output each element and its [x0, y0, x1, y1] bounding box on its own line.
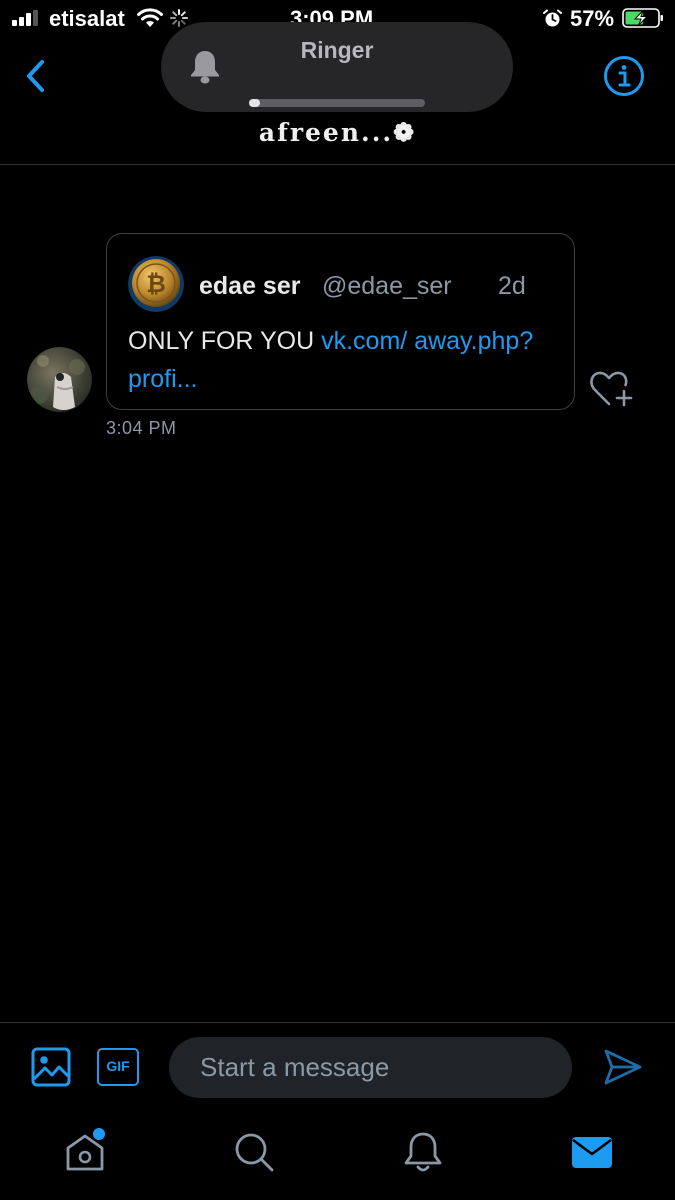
carrier-name: etisalat [49, 6, 125, 31]
bitcoin-coin-avatar[interactable]: ₿ [128, 256, 184, 312]
battery-charging-icon [622, 8, 663, 28]
gif-button[interactable]: GIF [97, 1048, 139, 1086]
quoted-author-handle[interactable]: @edae_ser [322, 272, 452, 301]
alarm-clock-icon [543, 9, 562, 27]
header-divider [0, 164, 675, 165]
wifi-icon [137, 8, 163, 27]
quoted-tweet-body: ONLY FOR YOU [128, 327, 322, 355]
ringer-volume-hud: Ringer [161, 22, 513, 112]
tab-search[interactable] [232, 1130, 276, 1174]
cellular-signal-icon [12, 10, 38, 26]
info-icon[interactable] [603, 55, 645, 97]
image-icon[interactable] [31, 1047, 71, 1087]
chevron-left-icon[interactable] [20, 56, 52, 96]
quoted-author-name[interactable]: edae ser [199, 272, 300, 301]
ringer-volume-bar[interactable] [249, 99, 425, 107]
avatar[interactable] [27, 347, 92, 412]
message-input[interactable] [169, 1037, 572, 1098]
svg-text:₿: ₿ [146, 270, 166, 298]
conversation-title: afreen...❁ [258, 118, 417, 147]
ringer-title: Ringer [300, 37, 374, 63]
composer-divider [0, 1022, 675, 1023]
quoted-tweet-card[interactable]: ₿ edae ser @edae_ser 2d ONLY FOR YOU vk.… [106, 233, 575, 410]
quoted-tweet-age: 2d [498, 272, 526, 300]
send-icon[interactable] [603, 1048, 643, 1086]
home-notification-dot [93, 1128, 105, 1140]
battery-percent: 57% [570, 6, 615, 31]
ringer-volume-fill [249, 99, 260, 107]
tab-notifications[interactable] [401, 1130, 445, 1174]
tab-messages[interactable] [570, 1130, 614, 1174]
quoted-tweet-text: ONLY FOR YOU vk.com/ away.php?profi... [128, 322, 558, 398]
message-timestamp: 3:04 PM [106, 418, 177, 438]
loading-spinner-icon [170, 9, 188, 27]
heart-plus-icon[interactable] [588, 369, 634, 409]
